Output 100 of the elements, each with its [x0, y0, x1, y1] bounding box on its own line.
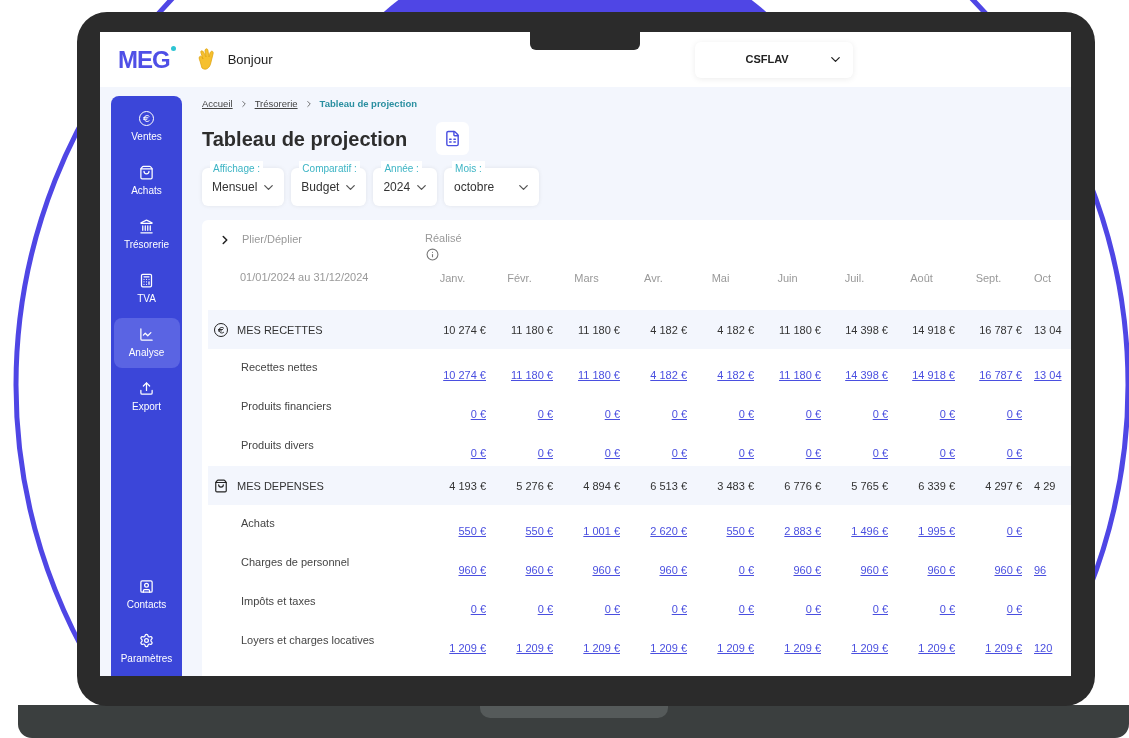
amount-link[interactable]: 11 180 €: [779, 369, 821, 382]
amount-link[interactable]: 0 €: [1006, 447, 1022, 460]
section-title: MES DEPENSES: [237, 478, 324, 494]
amount-link[interactable]: 16 787 €: [979, 369, 1022, 382]
month-header: Juil.: [844, 272, 865, 285]
breadcrumb-link[interactable]: Accueil: [202, 97, 233, 112]
amount-link[interactable]: 960 €: [592, 564, 620, 577]
amount-link[interactable]: 1 209 €: [650, 642, 687, 655]
amount-link[interactable]: 960 €: [458, 564, 486, 577]
row-label: Produits financiers: [241, 400, 332, 413]
sidebar-item[interactable]: Export: [113, 372, 180, 422]
settings-icon: [139, 632, 154, 648]
amount-link[interactable]: 120: [1034, 642, 1053, 655]
excel-export-button[interactable]: [436, 122, 469, 156]
amount-link[interactable]: 0 €: [738, 603, 754, 616]
amount-link[interactable]: 0 €: [939, 603, 955, 616]
amount-link[interactable]: 14 918 €: [912, 369, 955, 382]
amount-link[interactable]: 0 €: [537, 603, 553, 616]
amount-link[interactable]: 0 €: [470, 447, 486, 460]
amount-link[interactable]: 0 €: [604, 603, 620, 616]
amount-link[interactable]: 550 €: [726, 525, 754, 538]
amount-link[interactable]: 960 €: [525, 564, 553, 577]
amount-link[interactable]: 0 €: [470, 408, 486, 421]
amount-link[interactable]: 14 398 €: [845, 369, 888, 382]
amount-link[interactable]: 0 €: [738, 564, 754, 577]
amount-link[interactable]: 0 €: [1006, 603, 1022, 616]
sidebar-item[interactable]: Analyse: [113, 318, 180, 368]
sidebar-item[interactable]: Trésorerie: [113, 210, 180, 260]
amount-link[interactable]: 0 €: [805, 447, 821, 460]
amount-link[interactable]: 13 04: [1034, 369, 1062, 382]
table-cell: 3 483 €: [717, 479, 754, 492]
sidebar-item[interactable]: Paramètres: [113, 624, 180, 674]
amount-link[interactable]: 0 €: [604, 447, 620, 460]
amount-link[interactable]: 11 180 €: [511, 369, 553, 382]
amount-link[interactable]: 0 €: [939, 408, 955, 421]
company-dropdown[interactable]: CSFLAV: [695, 41, 854, 78]
month-header: Oct: [1034, 272, 1052, 285]
table-cell: 6 513 €: [650, 479, 687, 492]
amount-link[interactable]: 0 €: [738, 408, 754, 421]
amount-link[interactable]: 550 €: [458, 525, 486, 538]
amount-link[interactable]: 4 182 €: [717, 369, 754, 382]
amount-link[interactable]: 0 €: [872, 447, 888, 460]
month-header: Janv.: [439, 272, 466, 285]
amount-link[interactable]: 2 620 €: [650, 525, 687, 538]
realised-label: Réalisé: [425, 231, 462, 247]
amount-link[interactable]: 10 274 €: [443, 369, 486, 382]
amount-link[interactable]: 0 €: [1006, 408, 1022, 421]
amount-link[interactable]: 1 209 €: [784, 642, 821, 655]
amount-link[interactable]: 2 883 €: [784, 525, 821, 538]
section-title: MES RECETTES: [237, 322, 323, 338]
table-cell: 4 894 €: [583, 479, 620, 492]
amount-link[interactable]: 1 209 €: [918, 642, 955, 655]
amount-link[interactable]: 1 209 €: [717, 642, 754, 655]
amount-link[interactable]: 0 €: [1006, 525, 1022, 538]
amount-link[interactable]: 1 496 €: [851, 525, 888, 538]
amount-link[interactable]: 0 €: [872, 408, 888, 421]
amount-link[interactable]: 960 €: [659, 564, 687, 577]
sidebar-item[interactable]: Achats: [113, 156, 180, 206]
sidebar-item[interactable]: TVA: [113, 264, 180, 314]
amount-link[interactable]: 0 €: [671, 447, 687, 460]
amount-link[interactable]: 0 €: [805, 408, 821, 421]
amount-link[interactable]: 0 €: [939, 447, 955, 460]
contact-card-icon: [139, 578, 154, 594]
table-cell: 16 787 €: [979, 323, 1022, 336]
amount-link[interactable]: 0 €: [470, 603, 486, 616]
amount-link[interactable]: 0 €: [604, 408, 620, 421]
amount-link[interactable]: 1 209 €: [583, 642, 620, 655]
amount-link[interactable]: 1 209 €: [449, 642, 486, 655]
amount-link[interactable]: 0 €: [872, 603, 888, 616]
amount-link[interactable]: 1 995 €: [918, 525, 955, 538]
amount-link[interactable]: 960 €: [793, 564, 821, 577]
amount-link[interactable]: 0 €: [671, 603, 687, 616]
breadcrumb-link[interactable]: Trésorerie: [254, 97, 298, 112]
amount-link[interactable]: 0 €: [671, 408, 687, 421]
amount-link[interactable]: 1 209 €: [851, 642, 888, 655]
month-header: Févr.: [507, 272, 532, 285]
amount-link[interactable]: 1 209 €: [985, 642, 1022, 655]
amount-link[interactable]: 0 €: [738, 447, 754, 460]
amount-link[interactable]: 0 €: [537, 408, 553, 421]
sidebar-item[interactable]: Ventes: [113, 102, 180, 152]
amount-link[interactable]: 11 180 €: [578, 369, 620, 382]
amount-link[interactable]: 96: [1034, 564, 1047, 577]
month-header: Août: [910, 272, 933, 285]
breadcrumb-link[interactable]: Tableau de projection: [319, 97, 418, 112]
amount-link[interactable]: 0 €: [537, 447, 553, 460]
amount-link[interactable]: 1 001 €: [583, 525, 620, 538]
amount-link[interactable]: 960 €: [860, 564, 888, 577]
table-cell: 5 765 €: [851, 479, 888, 492]
amount-link[interactable]: 960 €: [927, 564, 955, 577]
amount-link[interactable]: 4 182 €: [650, 369, 687, 382]
table-cell: 11 180 €: [511, 323, 553, 336]
row-label: Produits divers: [241, 439, 314, 452]
amount-link[interactable]: 0 €: [805, 603, 821, 616]
month-header: Avr.: [644, 272, 663, 285]
amount-link[interactable]: 960 €: [994, 564, 1022, 577]
amount-link[interactable]: 1 209 €: [516, 642, 553, 655]
bank-icon: [139, 218, 154, 234]
sidebar-item[interactable]: Contacts: [113, 570, 180, 620]
logo[interactable]: MEG: [118, 45, 170, 73]
amount-link[interactable]: 550 €: [525, 525, 553, 538]
